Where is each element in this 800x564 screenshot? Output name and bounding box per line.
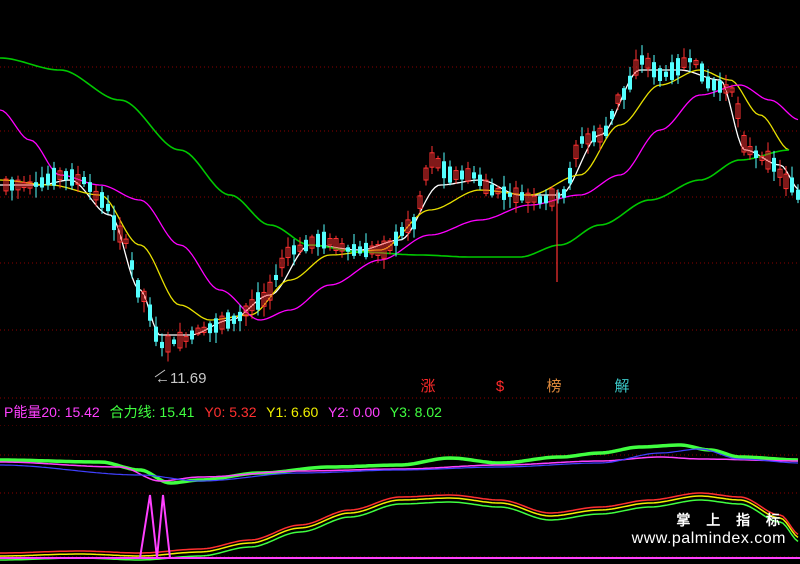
candle-body xyxy=(610,111,614,119)
candle-body xyxy=(130,260,134,270)
candle-body xyxy=(136,280,140,298)
indicator-y2: Y2: 0.00 xyxy=(327,404,381,420)
candle-body xyxy=(40,177,44,188)
candle-body xyxy=(460,170,464,180)
candle-body xyxy=(640,55,644,65)
candle-body xyxy=(568,167,572,184)
candle-body xyxy=(34,182,38,187)
candle-body xyxy=(562,189,566,198)
candle-body xyxy=(148,304,152,321)
signal-badge-zhang: 涨 xyxy=(420,378,436,395)
candle-body xyxy=(10,179,14,191)
candle-body xyxy=(214,318,218,333)
candle-body xyxy=(706,76,710,89)
ma-line xyxy=(0,69,790,321)
candle-body xyxy=(502,186,506,200)
candle-body xyxy=(790,177,794,193)
candle-body xyxy=(154,326,158,342)
candle-body xyxy=(172,339,176,345)
indicator-heli-line: 合力线: 15.41 xyxy=(109,404,195,420)
candle-body xyxy=(160,341,164,349)
candle-body xyxy=(664,71,668,77)
candle-body xyxy=(796,189,800,200)
candle-body xyxy=(208,323,212,334)
signal-badge-jie: 解 xyxy=(614,378,630,395)
candle-body xyxy=(718,80,722,93)
signal-badge-dollar: $ xyxy=(495,378,505,395)
candle-body xyxy=(358,246,362,254)
candle-body xyxy=(580,136,584,144)
candle-body xyxy=(544,195,548,204)
candle-body xyxy=(46,173,50,186)
candlestick-chart[interactable]: ←11.69 xyxy=(0,0,800,400)
candle-body xyxy=(88,182,92,192)
signal-badge-bang: 榜 xyxy=(546,378,562,395)
candle-body xyxy=(52,167,56,186)
candles xyxy=(3,45,800,378)
candle-body xyxy=(622,88,626,100)
indicator-y1: Y1: 6.60 xyxy=(266,404,319,420)
candle-body xyxy=(472,172,476,179)
candle-body xyxy=(628,75,632,90)
watermark: 掌 上 指 标 www.palmindex.com xyxy=(632,510,786,548)
candle-body xyxy=(82,176,86,185)
low-price-annotation: ←11.69 xyxy=(155,370,206,387)
candle-body xyxy=(322,231,326,249)
candle-body xyxy=(592,131,596,143)
candle-body xyxy=(70,169,74,186)
candle-body xyxy=(316,233,320,248)
candle-body xyxy=(658,68,662,81)
p-energy-spike xyxy=(139,494,171,559)
candle-body xyxy=(232,315,236,324)
candle-body xyxy=(106,203,110,212)
candle-body xyxy=(676,58,680,76)
candle-body xyxy=(112,215,116,231)
candle-body xyxy=(700,63,704,82)
ma-line xyxy=(0,84,799,321)
candle-body xyxy=(712,79,716,91)
candle-body xyxy=(478,174,482,186)
candle-body xyxy=(346,247,350,252)
candle-body xyxy=(238,311,242,322)
candle-body xyxy=(538,196,542,204)
candle-body xyxy=(448,166,452,183)
candle-body xyxy=(508,192,512,197)
candle-body xyxy=(394,231,398,246)
candle-body xyxy=(688,58,692,63)
candle-body xyxy=(754,150,758,159)
candle-body xyxy=(274,274,278,281)
candle-body xyxy=(304,239,308,252)
candle-body xyxy=(292,245,296,255)
ma-line xyxy=(0,69,799,336)
indicator-y3: Y3: 8.02 xyxy=(389,404,442,420)
watermark-title: 掌 上 指 标 xyxy=(676,512,786,528)
candle-body xyxy=(364,242,368,258)
candle-body xyxy=(226,312,230,329)
candle-body xyxy=(64,171,68,180)
candle-body xyxy=(670,62,674,80)
candle-body xyxy=(652,62,656,78)
candle-body xyxy=(772,157,776,172)
p-energy-line xyxy=(0,456,798,482)
candle-body xyxy=(520,192,524,201)
indicator-y0: Y0: 5.32 xyxy=(204,404,257,420)
candle-body xyxy=(604,125,608,137)
moving-average-lines xyxy=(0,57,799,336)
candle-body xyxy=(490,184,494,196)
candle-body xyxy=(256,292,260,310)
candle-body xyxy=(352,244,356,256)
watermark-url: www.palmindex.com xyxy=(631,530,786,547)
indicator-legend: P能量20: 15.42 合力线: 15.41 Y0: 5.32 Y1: 6.6… xyxy=(4,401,448,423)
candle-body xyxy=(400,227,404,236)
candle-body xyxy=(190,330,194,340)
candle-body xyxy=(412,217,416,230)
candle-body xyxy=(100,192,104,208)
candle-body xyxy=(442,161,446,179)
indicator-p-energy: P能量20: 15.42 xyxy=(4,404,100,420)
